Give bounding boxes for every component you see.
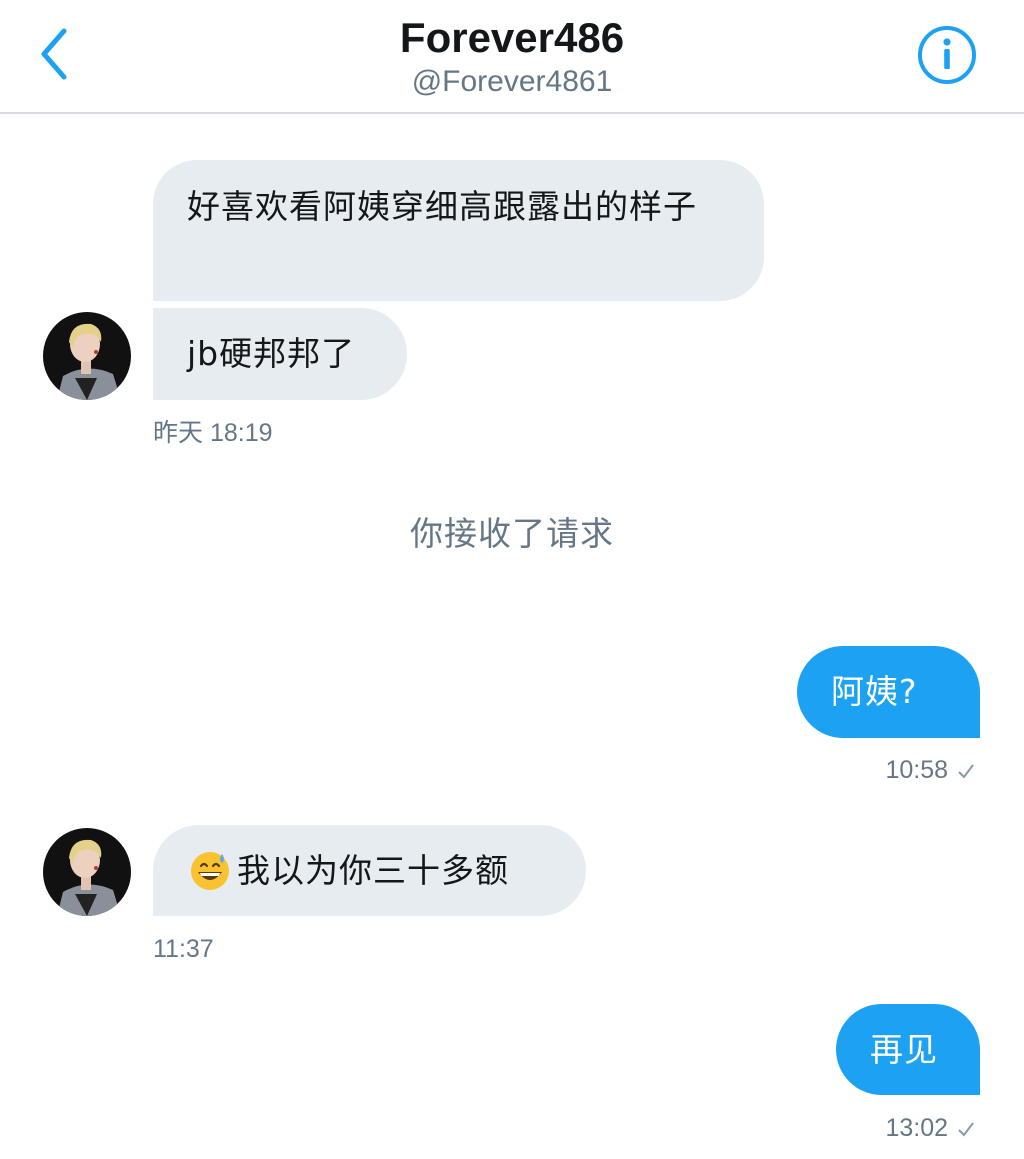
message-timestamp: 10:58 <box>885 756 948 784</box>
info-button[interactable] <box>916 24 978 86</box>
avatar-image <box>43 312 131 400</box>
message-text: 再见 <box>870 1030 938 1069</box>
checkmark-icon <box>958 1122 974 1137</box>
info-circle-icon <box>918 26 976 84</box>
message-timestamp-row: 13:02 <box>885 1113 976 1143</box>
conversation-header: Forever486 @Forever4861 <box>0 0 1024 114</box>
message-bubble-incoming[interactable]: jb硬邦邦了 <box>153 308 407 400</box>
message-timestamp: 11:37 <box>153 935 214 963</box>
message-bubble-incoming[interactable]: 好喜欢看阿姨穿细高跟露出的样子 <box>153 160 764 301</box>
message-bubble-outgoing[interactable]: 再见 <box>836 1004 980 1095</box>
message-text: 我以为你三十多额 <box>237 851 509 890</box>
avatar[interactable] <box>43 828 131 916</box>
checkmark-icon <box>958 764 974 779</box>
message-bubble-outgoing[interactable]: 阿姨? <box>797 646 980 738</box>
message-text: 阿姨? <box>831 672 918 711</box>
conversation-title: Forever486 <box>399 14 625 61</box>
avatar-image <box>43 828 131 916</box>
message-bubble-incoming[interactable]: 我以为你三十多额 <box>153 825 586 916</box>
message-text: 好喜欢看阿姨穿细高跟露出的样子 <box>187 187 697 226</box>
message-timestamp: 昨天 18:19 <box>153 419 273 447</box>
message-text: jb硬邦邦了 <box>187 334 356 373</box>
request-accepted-notice: 你接收了请求 <box>410 514 614 553</box>
avatar[interactable] <box>43 312 131 400</box>
message-timestamp-row: 10:58 <box>885 755 976 785</box>
conversation-handle: @Forever4861 <box>411 65 613 98</box>
grinning-sweat-emoji <box>191 852 229 890</box>
message-timestamp: 13:02 <box>885 1114 948 1142</box>
